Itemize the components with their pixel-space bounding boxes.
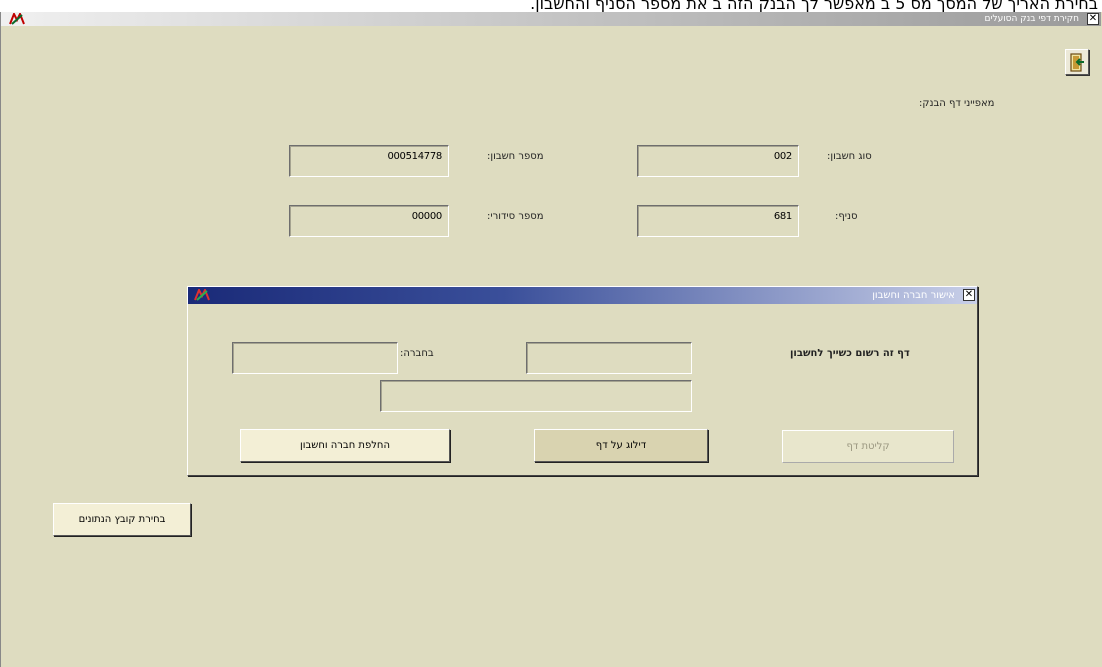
account-name-field[interactable] — [380, 380, 692, 412]
main-window: חקירת דפי בנק הסועלים ✕ מאפייני דף הבנק:… — [0, 12, 1102, 667]
company-account-dialog: אישור חברה וחשבון ✕ דף זה רשום כשייך לחש… — [187, 286, 978, 476]
dialog-app-logo-icon — [194, 289, 210, 301]
account-number-field[interactable]: 000514778 — [289, 145, 449, 177]
select-data-file-button[interactable]: בחירת קובץ הנתונים — [53, 503, 191, 536]
dialog-close-icon[interactable]: ✕ — [963, 289, 975, 301]
dialog-account-field[interactable] — [526, 342, 692, 374]
window-close-icon[interactable]: ✕ — [1087, 13, 1099, 25]
dialog-prompt: דף זה רשום כשייך לחשבון — [790, 348, 910, 359]
account-number-label: מספר חשבון: — [487, 151, 544, 162]
caption-text: בחירת האריך של המסך מס 5 ב מאפשר לך הבנק… — [530, 0, 1098, 12]
serial-number-label: מספר סידורי: — [487, 211, 544, 222]
caption-strip: בחירת האריך של המסך מס 5 ב מאפשר לך הבנק… — [0, 0, 1102, 12]
serial-number-field[interactable]: 00000 — [289, 205, 449, 237]
account-type-value: 002 — [773, 151, 792, 162]
account-type-field[interactable]: 002 — [637, 145, 799, 177]
serial-number-value: 00000 — [411, 211, 443, 222]
company-label: בחברה: — [400, 348, 434, 359]
app-logo-icon — [9, 13, 25, 25]
exit-button[interactable] — [1065, 49, 1089, 75]
section-title: מאפייני דף הבנק: — [919, 98, 995, 109]
company-field[interactable] — [232, 342, 398, 374]
window-title: חקירת דפי בנק הסועלים — [984, 14, 1080, 24]
account-type-label: סוג חשבון: — [827, 151, 872, 162]
accept-page-button[interactable]: קליטת דף — [782, 430, 954, 463]
change-company-account-button[interactable]: החלפת חברה וחשבון — [240, 429, 450, 462]
door-exit-icon — [1070, 53, 1084, 72]
window-titlebar: חקירת דפי בנק הסועלים ✕ — [1, 12, 1101, 26]
branch-field[interactable]: 681 — [637, 205, 799, 237]
skip-page-button[interactable]: דילוג על דף — [534, 429, 708, 462]
branch-value: 681 — [773, 211, 792, 222]
dialog-titlebar: אישור חברה וחשבון ✕ — [188, 287, 977, 304]
branch-label: סניף: — [835, 211, 858, 222]
account-number-value: 000514778 — [387, 151, 442, 162]
dialog-title: אישור חברה וחשבון — [872, 290, 955, 301]
